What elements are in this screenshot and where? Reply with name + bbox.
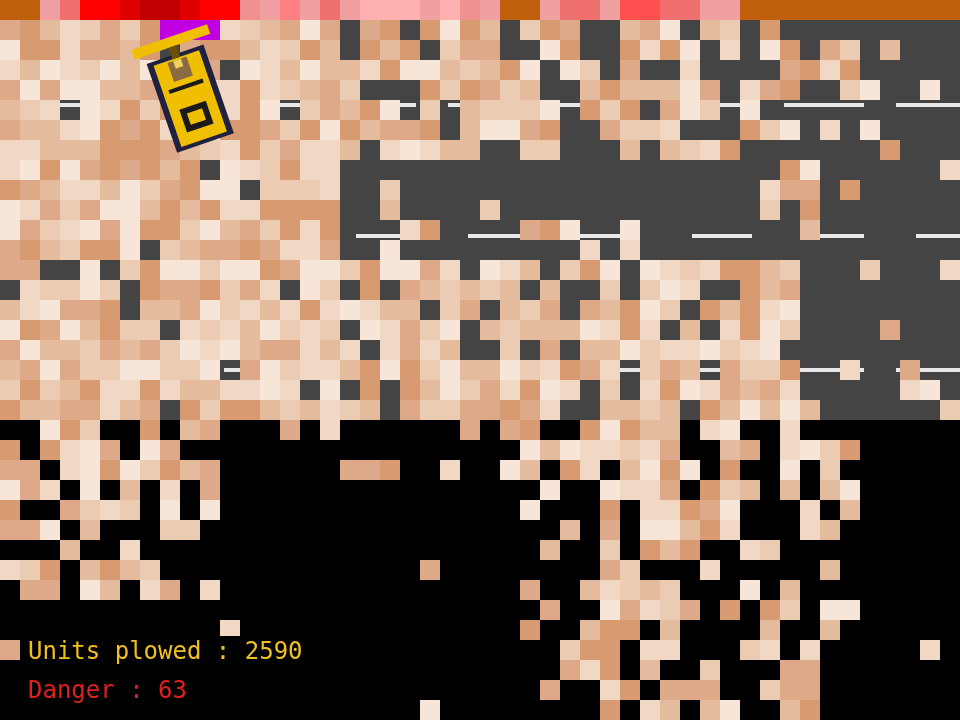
units-plowed-counter: Units plowed : 2590 — [24, 636, 307, 667]
danger-counter: Danger : 63 — [24, 675, 307, 706]
hud: Units plowed : 2590 Danger : 63 — [24, 636, 307, 706]
game-screen: Units plowed : 2590 Danger : 63 — [0, 0, 960, 720]
game-field[interactable] — [0, 0, 960, 720]
